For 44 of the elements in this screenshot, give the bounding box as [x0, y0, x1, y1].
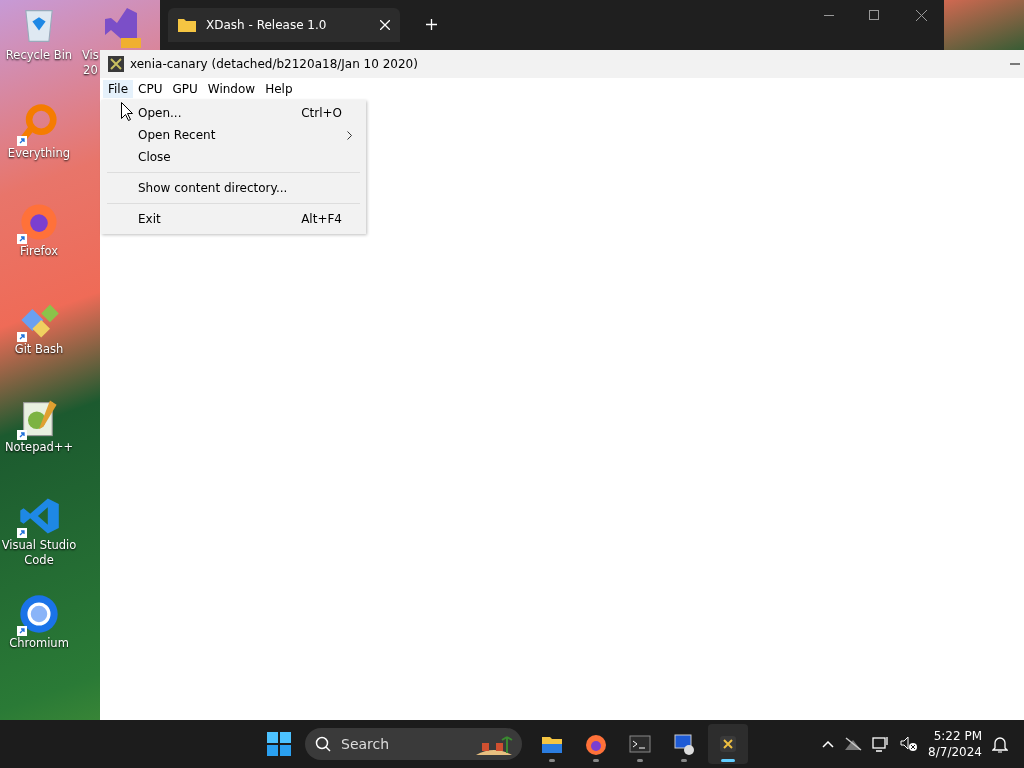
clock[interactable]: 5:22 PM 8/7/2024 [928, 728, 982, 760]
menu-item[interactable]: CPU [133, 80, 168, 98]
search-field[interactable]: Search [339, 735, 466, 753]
network-off-icon[interactable] [844, 737, 863, 751]
app-icon [108, 56, 124, 72]
monitor-icon [673, 733, 695, 755]
menu-option[interactable]: Show content directory... [101, 177, 366, 199]
maximize-icon[interactable] [869, 10, 879, 20]
menu-item[interactable]: Window [202, 80, 261, 98]
browser-icon [585, 733, 607, 755]
close-icon[interactable] [916, 10, 927, 21]
bell-icon[interactable] [992, 735, 1008, 753]
menu-item[interactable]: GPU [167, 80, 203, 98]
folder-icon [178, 18, 196, 32]
search-bar[interactable]: Search [305, 728, 522, 760]
menu-item[interactable]: Help [260, 80, 298, 98]
icon-label: Vis 20 [82, 48, 99, 78]
new-tab-icon[interactable] [426, 19, 437, 30]
search-icon [315, 736, 331, 752]
mouse-cursor-icon [121, 102, 133, 121]
icon-label: Visual Studio Code [0, 538, 78, 568]
windows-start-icon[interactable] [267, 732, 291, 756]
icon-label: Notepad++ [4, 440, 74, 455]
menu-option[interactable]: Open... Ctrl+O [101, 102, 366, 124]
tab-title: XDash - Release 1.0 [206, 18, 328, 32]
icon-label: Chromium [9, 636, 69, 651]
taskbar-app[interactable] [708, 724, 748, 764]
window-title: xenia-canary (detached/b2120a18/Jan 10 2020) [130, 57, 419, 71]
menu-option[interactable]: Open Recent [101, 124, 366, 146]
chevron-up-icon[interactable] [822, 740, 835, 748]
monitor-icon[interactable] [872, 736, 891, 752]
chevron-right-icon [347, 130, 352, 140]
menu-option[interactable]: Exit Alt+F4 [101, 208, 366, 230]
speaker-muted-icon[interactable] [900, 736, 919, 752]
icon-label: Everything [7, 146, 71, 161]
icon-label: Git Bash [14, 342, 64, 357]
menu-option[interactable]: Close [101, 146, 366, 168]
icon-label: Firefox [19, 244, 59, 259]
app-shortcut-icon[interactable] [17, 592, 61, 636]
explorer-tab[interactable]: XDash - Release 1.0 [168, 8, 400, 42]
x-logo-icon [717, 733, 739, 755]
terminal-icon [629, 733, 651, 755]
menu-item[interactable]: File [103, 80, 134, 98]
icon-label: Recycle Bin [5, 48, 73, 63]
